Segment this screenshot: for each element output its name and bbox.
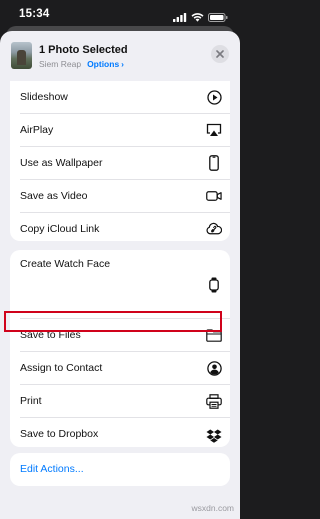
action-save-to-dropbox[interactable]: Save to Dropbox bbox=[10, 418, 230, 447]
printer-icon bbox=[206, 393, 222, 409]
phone-icon bbox=[206, 155, 222, 171]
options-link[interactable]: Options › bbox=[87, 59, 124, 69]
play-circle-icon bbox=[206, 89, 222, 105]
action-save-as-video[interactable]: Save as Video bbox=[10, 180, 230, 212]
action-use-as-wallpaper[interactable]: Use as Wallpaper bbox=[10, 147, 230, 179]
action-label: Copy iCloud Link bbox=[20, 223, 100, 235]
action-label: Use as Wallpaper bbox=[20, 157, 103, 169]
selection-title: 1 Photo Selected bbox=[39, 44, 128, 56]
action-copy-icloud-link[interactable]: Copy iCloud Link bbox=[10, 213, 230, 241]
action-label: Create Watch Face bbox=[20, 258, 111, 270]
action-label: Assign to Contact bbox=[20, 362, 103, 374]
actions-group-1: Slideshow AirPlay Use as Wallpaper Save … bbox=[10, 81, 230, 241]
video-camera-icon bbox=[206, 188, 222, 204]
battery-icon bbox=[208, 9, 228, 27]
action-label: Save to Dropbox bbox=[20, 428, 99, 440]
action-slideshow[interactable]: Slideshow bbox=[10, 81, 230, 113]
action-label: Slideshow bbox=[20, 91, 68, 103]
action-assign-to-contact[interactable]: Assign to Contact bbox=[10, 352, 230, 384]
action-airplay[interactable]: AirPlay bbox=[10, 114, 230, 146]
signal-icon bbox=[173, 9, 187, 27]
options-label: Options bbox=[87, 59, 120, 69]
edit-actions-button[interactable]: Edit Actions... bbox=[10, 453, 230, 486]
share-sheet-header: 1 Photo Selected Siem Reap Options › bbox=[0, 31, 240, 81]
photo-thumbnail bbox=[11, 42, 32, 69]
edit-actions-label: Edit Actions... bbox=[20, 463, 84, 475]
close-button[interactable] bbox=[211, 45, 229, 63]
action-create-watch-face[interactable]: Create Watch Face bbox=[10, 250, 230, 318]
actions-group-2: Create Watch Face Save to Files Assign t… bbox=[10, 250, 230, 447]
share-sheet: 1 Photo Selected Siem Reap Options › Sli… bbox=[0, 31, 240, 519]
action-print[interactable]: Print bbox=[10, 385, 230, 417]
wifi-icon bbox=[191, 9, 204, 27]
watermark: wsxdn.com bbox=[191, 503, 234, 513]
location-label: Siem Reap bbox=[39, 59, 82, 69]
header-subtitle: Siem Reap Options › bbox=[39, 59, 124, 69]
action-label: AirPlay bbox=[20, 124, 54, 136]
close-icon bbox=[216, 50, 224, 58]
save-to-files-highlight bbox=[4, 311, 222, 332]
watch-icon bbox=[206, 277, 222, 293]
action-label: Print bbox=[20, 395, 42, 407]
action-label: Save as Video bbox=[20, 190, 88, 202]
airplay-icon bbox=[206, 122, 222, 138]
cloud-link-icon bbox=[206, 221, 222, 237]
dropbox-icon bbox=[206, 428, 222, 444]
status-time: 15:34 bbox=[19, 8, 50, 20]
status-icons bbox=[173, 9, 228, 27]
contact-icon bbox=[206, 360, 222, 376]
chevron-right-icon: › bbox=[121, 59, 125, 69]
